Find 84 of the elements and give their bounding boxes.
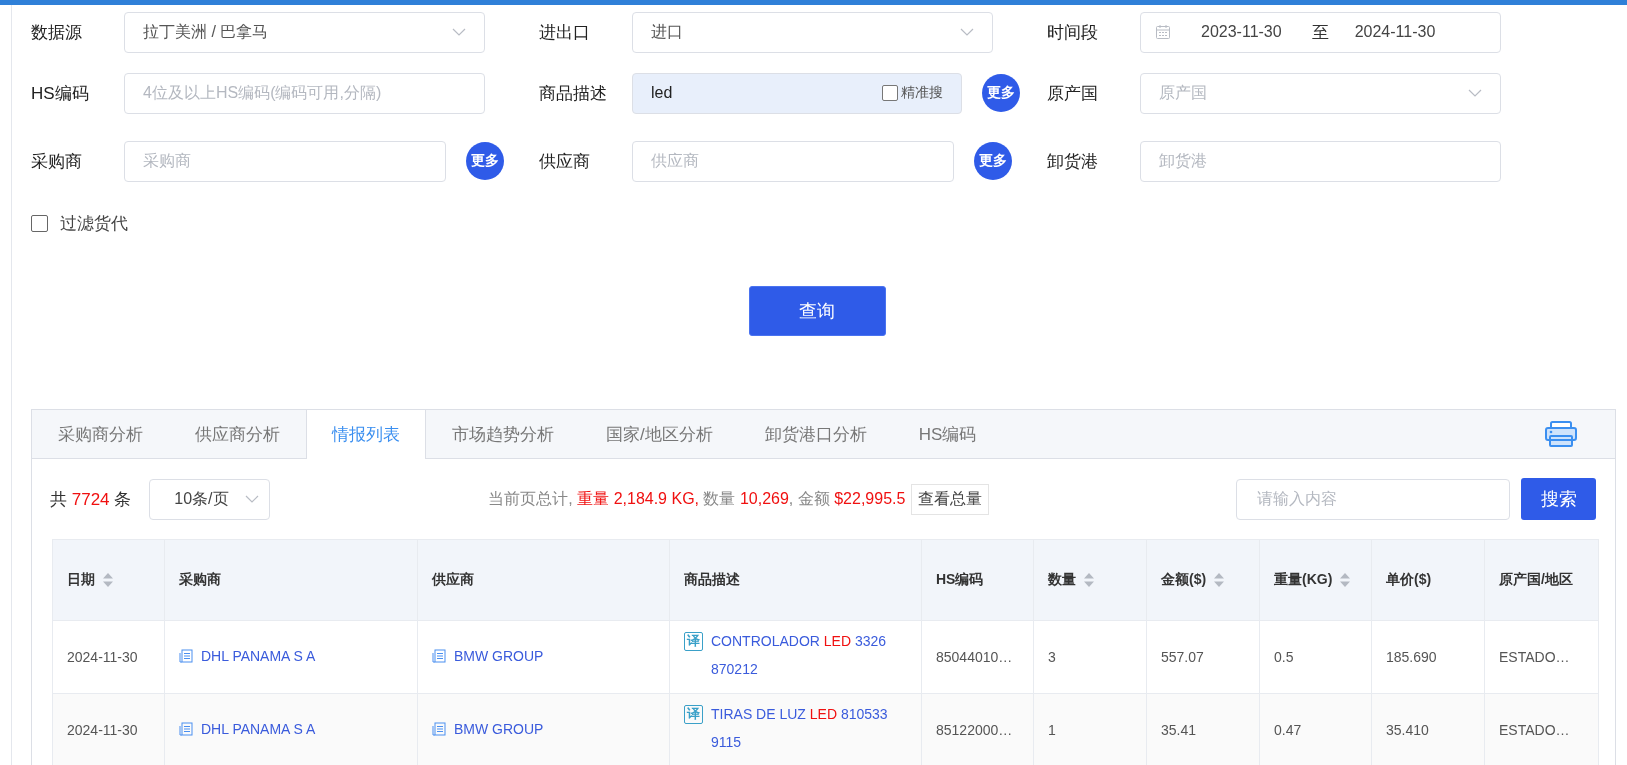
table-cell: 0.5 (1259, 620, 1372, 694)
more-button[interactable]: 更多 (974, 142, 1012, 180)
tab[interactable]: 市场趋势分析 (426, 410, 580, 458)
column-header: 金额($) (1146, 539, 1260, 621)
table-cell: 185.690 (1371, 620, 1485, 694)
chevron-icon (452, 28, 466, 36)
column-header: 数量 (1033, 539, 1147, 621)
table-cell: 557.07 (1146, 620, 1260, 694)
column-header: 日期 (52, 539, 165, 621)
calendar-icon (1155, 24, 1171, 40)
field-label: HS编码 (31, 82, 90, 105)
field-label: 进出口 (539, 21, 591, 44)
tab[interactable]: 情报列表 (306, 410, 426, 459)
chevron-icon (1468, 89, 1482, 97)
field-label: 时间段 (1047, 21, 1099, 44)
buyer-link[interactable]: DHL PANAMA S A (201, 648, 316, 664)
column-header: 采购商 (164, 539, 418, 621)
column-header: 重量(KG) (1259, 539, 1372, 621)
column-header: 单价($) (1371, 539, 1485, 621)
table-cell: 85044010… (921, 620, 1034, 694)
table-cell: ESTADO… (1484, 693, 1599, 765)
date-range-field[interactable]: 2023-11-30 至 2024-11-30 (1140, 11, 1501, 53)
chevron-icon (245, 495, 260, 503)
total-count: 共 7724 条 (50, 488, 132, 511)
supplier-link[interactable]: BMW GROUP (454, 648, 544, 664)
hs-code-input[interactable]: 4位及以上HS编码(编码可用,分隔) (124, 72, 485, 114)
trade-direction-select[interactable]: 进口 (632, 11, 993, 53)
search-button[interactable]: 搜索 (1521, 478, 1596, 520)
field-label: 数据源 (31, 21, 83, 44)
table-cell: 3 (1033, 620, 1147, 694)
tab[interactable]: 国家/地区分析 (580, 410, 739, 458)
page-size-select[interactable]: 10条/页 (149, 478, 271, 520)
field-label: 供应商 (539, 150, 591, 173)
field-label: 卸货港 (1047, 150, 1099, 173)
column-header: 供应商 (417, 539, 670, 621)
table-cell: 85122000… (921, 693, 1034, 765)
tab[interactable]: 卸货港口分析 (738, 410, 893, 458)
translate-button[interactable]: 译 (684, 631, 703, 651)
data-source-select[interactable]: 拉丁美洲 / 巴拿马 (124, 11, 485, 53)
tab[interactable]: HS编码 (892, 410, 1003, 458)
table-cell: 2024-11-30 (52, 620, 165, 694)
sort-icon[interactable] (1084, 573, 1094, 588)
port-input[interactable]: 卸货港 (1140, 140, 1501, 182)
exact-search-checkbox[interactable] (882, 85, 898, 101)
search-input[interactable]: 请输入内容 (1236, 478, 1510, 520)
field-label: 商品描述 (539, 82, 608, 105)
column-header: 商品描述 (669, 539, 922, 621)
translate-button[interactable]: 译 (684, 704, 703, 724)
more-button[interactable]: 更多 (982, 74, 1020, 112)
table-cell: ESTADO… (1484, 620, 1599, 694)
document-icon (179, 649, 193, 663)
sort-icon[interactable] (103, 573, 113, 588)
table-cell: 1 (1033, 693, 1147, 765)
filter-forwarder-checkbox[interactable] (31, 214, 48, 232)
printer-icon[interactable] (1545, 421, 1577, 447)
supplier-input[interactable]: 供应商 (632, 140, 954, 182)
column-header: 原产国/地区 (1484, 539, 1599, 621)
table-cell: 35.410 (1371, 693, 1485, 765)
document-icon (179, 722, 193, 736)
table-cell: 35.41 (1146, 693, 1260, 765)
more-button[interactable]: 更多 (466, 142, 504, 180)
buyer-link[interactable]: DHL PANAMA S A (201, 721, 316, 737)
sort-icon[interactable] (1214, 573, 1225, 588)
field-label: 采购商 (31, 150, 83, 173)
sort-icon[interactable] (1340, 573, 1351, 588)
tab[interactable]: 采购商分析 (32, 410, 169, 458)
exact-search-label: 精准搜 (901, 84, 943, 102)
table-cell: 0.47 (1259, 693, 1372, 765)
chevron-icon (960, 28, 974, 36)
product-description-field[interactable]: led 精准搜 (632, 72, 962, 114)
document-icon (432, 722, 446, 736)
filter-forwarder-label: 过滤货代 (60, 212, 128, 235)
product-description-link[interactable]: CONTROLADOR LED 3326 870212 (711, 626, 907, 683)
page-summary: 当前页总计, 重量 2,184.9 KG, 数量 10,269, 金额 $22,995.5 (488, 488, 906, 509)
query-button[interactable]: 查询 (748, 286, 886, 336)
buyer-input[interactable]: 采购商 (124, 140, 446, 182)
column-header: HS编码 (921, 539, 1034, 621)
field-label: 原产国 (1047, 82, 1099, 105)
table-cell: 2024-11-30 (52, 693, 165, 765)
tab[interactable]: 供应商分析 (169, 410, 306, 458)
supplier-link[interactable]: BMW GROUP (454, 721, 544, 737)
view-total-button[interactable]: 查看总量 (911, 483, 990, 515)
document-icon (432, 649, 446, 663)
product-description-link[interactable]: TIRAS DE LUZ LED 810533 9115 (711, 699, 907, 756)
